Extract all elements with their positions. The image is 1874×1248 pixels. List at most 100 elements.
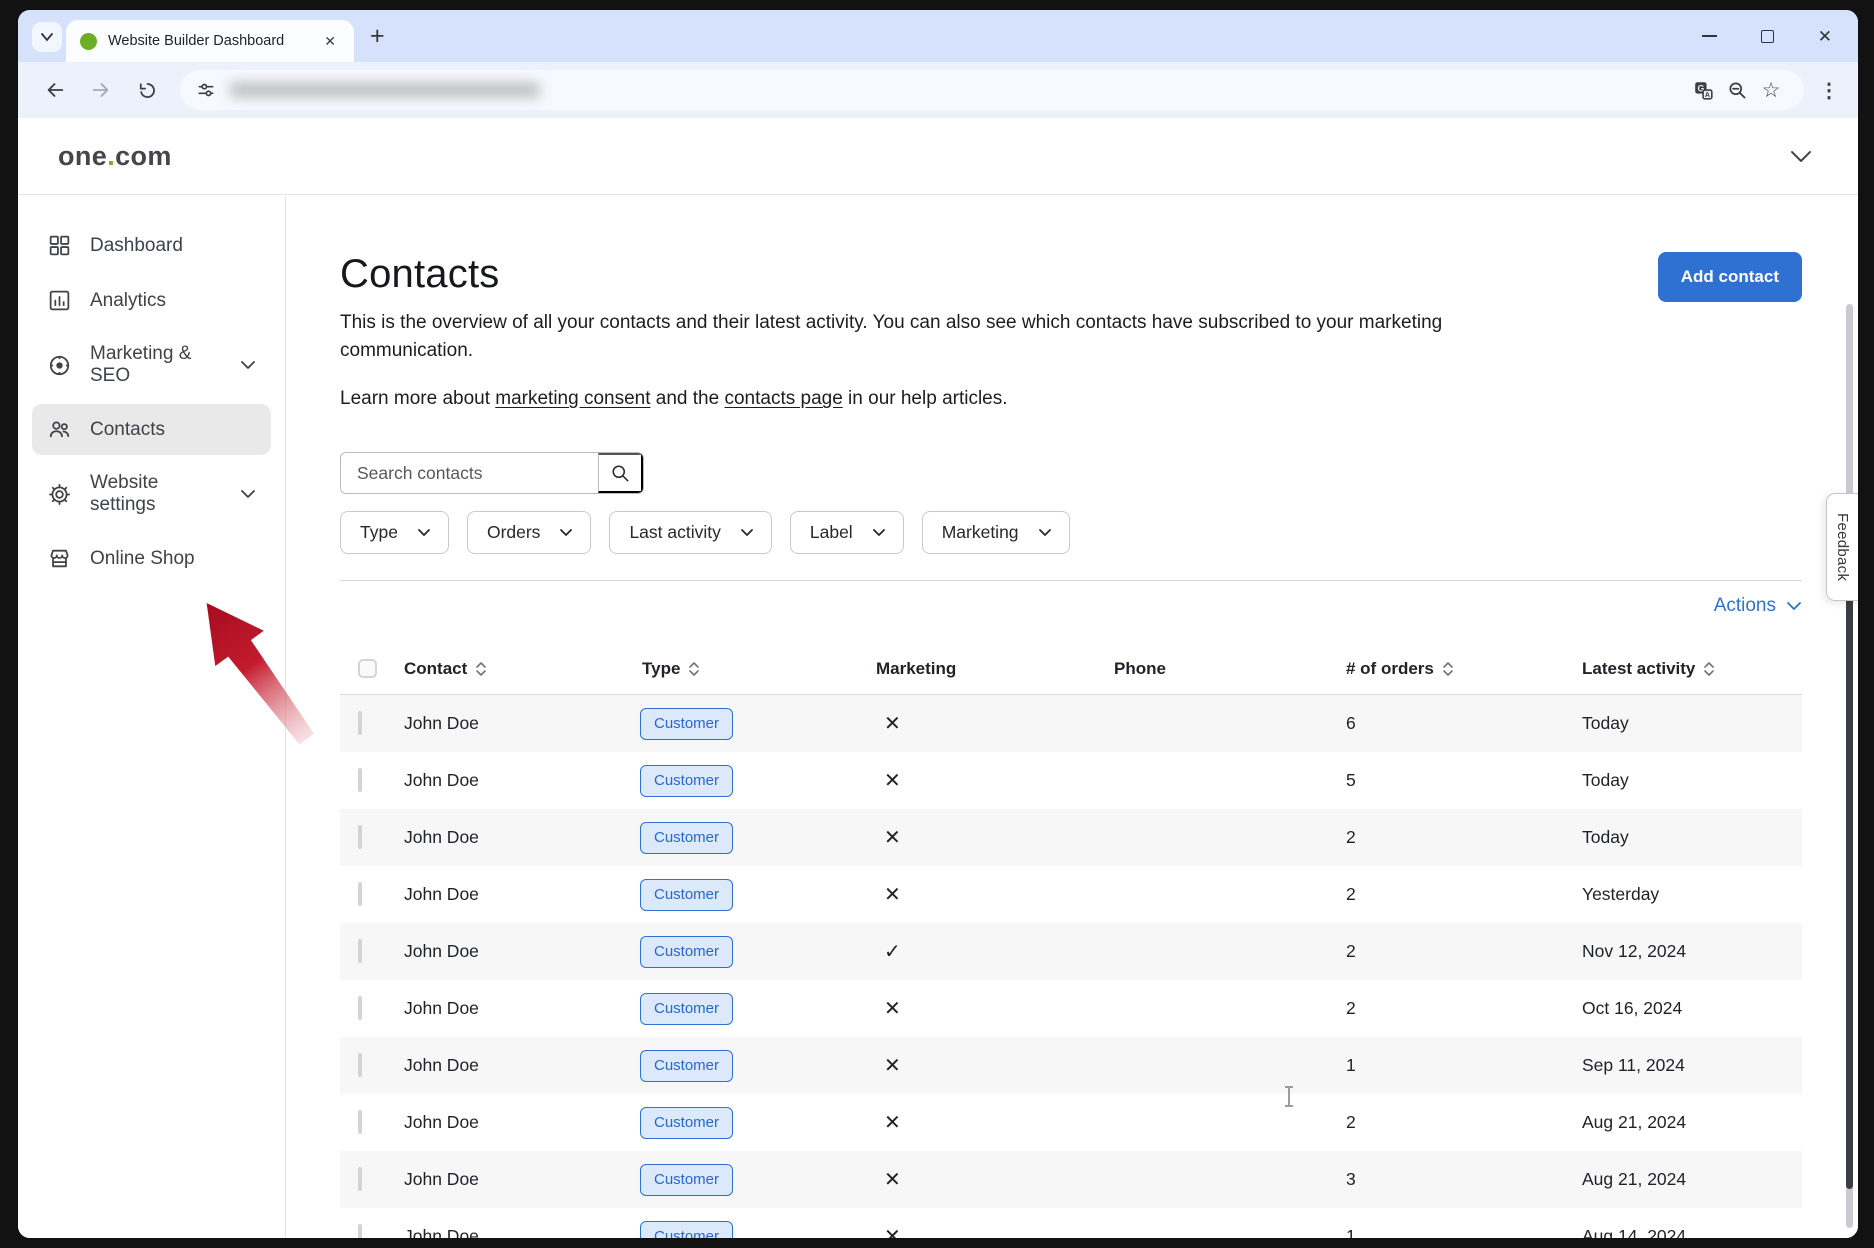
row-select-cell xyxy=(340,1055,398,1076)
row-checkbox[interactable] xyxy=(358,825,362,849)
table-row[interactable]: John Doe Customer ✓ ✕ 3 Aug 21, 2024 xyxy=(340,1151,1802,1208)
cell-latest-activity: Aug 21, 2024 xyxy=(1576,1112,1802,1133)
row-checkbox[interactable] xyxy=(358,1110,362,1134)
search-icon xyxy=(610,463,631,484)
sidebar-item-contacts[interactable]: Contacts xyxy=(32,404,271,455)
row-checkbox[interactable] xyxy=(358,768,362,792)
search-button[interactable] xyxy=(598,453,643,493)
cell-latest-activity: Oct 16, 2024 xyxy=(1576,998,1802,1019)
translate-button[interactable]: GA xyxy=(1686,75,1720,105)
customer-type-badge: Customer xyxy=(640,708,733,740)
table-row[interactable]: John Doe Customer ✓ ✕ 1 Aug 14, 2024 xyxy=(340,1208,1802,1238)
chevron-down-icon xyxy=(1786,601,1802,611)
column-header[interactable]: Contact xyxy=(398,659,636,679)
row-select-cell xyxy=(340,770,398,791)
marketing-not-subscribed-cross-icon: ✕ xyxy=(884,1112,901,1134)
row-checkbox[interactable] xyxy=(358,882,362,906)
sort-icon[interactable] xyxy=(688,660,700,678)
window-close-button[interactable]: ✕ xyxy=(1818,28,1832,45)
row-checkbox[interactable] xyxy=(358,1167,362,1191)
cell-orders: 1 xyxy=(1340,1226,1576,1238)
cell-orders: 3 xyxy=(1340,1169,1576,1190)
cell-latest-activity: Yesterday xyxy=(1576,884,1802,905)
table-row[interactable]: John Doe Customer ✓ ✕ 2 Yesterday xyxy=(340,866,1802,923)
row-checkbox[interactable] xyxy=(358,996,362,1020)
add-contact-button[interactable]: Add contact xyxy=(1658,252,1802,302)
sidebar-item-analytics[interactable]: Analytics xyxy=(32,275,271,326)
marketing-consent-link[interactable]: marketing consent xyxy=(495,388,650,409)
scrollbar-thumb[interactable] xyxy=(1846,569,1853,1189)
sort-icon[interactable] xyxy=(475,660,487,678)
page-description: This is the overview of all your contact… xyxy=(340,309,1525,364)
cell-marketing: ✓ ✕ xyxy=(870,825,1108,850)
chevron-down-icon xyxy=(559,528,573,537)
select-all-checkbox[interactable] xyxy=(358,659,377,678)
account-chevron-down-icon[interactable] xyxy=(1790,150,1812,163)
gear-icon xyxy=(47,482,72,507)
filter-button[interactable]: Marketing xyxy=(922,511,1070,554)
filter-button[interactable]: Orders xyxy=(467,511,591,554)
marketing-not-subscribed-cross-icon: ✕ xyxy=(884,1055,901,1077)
table-row[interactable]: John Doe Customer ✓ ✕ 5 Today xyxy=(340,752,1802,809)
sidebar-item-marketing-seo[interactable]: Marketing & SEO xyxy=(32,330,271,400)
cell-contact-name: John Doe xyxy=(398,884,636,905)
feedback-tab[interactable]: Feedback xyxy=(1826,493,1858,601)
maximize-button[interactable] xyxy=(1761,30,1774,43)
tab-search-button[interactable] xyxy=(32,22,62,52)
table-row[interactable]: John Doe Customer ✓ ✕ 2 Oct 16, 2024 xyxy=(340,980,1802,1037)
row-select-cell xyxy=(340,884,398,905)
forward-button[interactable] xyxy=(84,73,118,107)
cell-type: Customer xyxy=(636,1107,870,1139)
actions-dropdown[interactable]: Actions xyxy=(1714,595,1802,617)
scrollbar-track[interactable] xyxy=(1846,304,1853,1228)
row-checkbox[interactable] xyxy=(358,711,362,735)
table-row[interactable]: John Doe Customer ✓ ✕ 1 Sep 11, 2024 xyxy=(340,1037,1802,1094)
sidebar: Dashboard Analytics Marketing & SEO Cont… xyxy=(18,196,286,1238)
row-select-cell xyxy=(340,1226,398,1238)
sidebar-item-website-settings[interactable]: Website settings xyxy=(32,459,271,529)
column-header[interactable]: Latest activity xyxy=(1576,659,1802,679)
table-row[interactable]: John Doe Customer ✓ ✕ 2 Nov 12, 2024 xyxy=(340,923,1802,980)
sidebar-item-dashboard[interactable]: Dashboard xyxy=(32,220,271,271)
search-box xyxy=(340,452,644,494)
browser-tab[interactable]: Website Builder Dashboard ✕ xyxy=(66,20,354,62)
cell-orders: 2 xyxy=(1340,1112,1576,1133)
back-button[interactable] xyxy=(38,73,72,107)
cell-contact-name: John Doe xyxy=(398,1055,636,1076)
site-settings-icon[interactable] xyxy=(196,80,216,100)
table-row[interactable]: John Doe Customer ✓ ✕ 6 Today xyxy=(340,695,1802,752)
table-row[interactable]: John Doe Customer ✓ ✕ 2 Today xyxy=(340,809,1802,866)
filter-button[interactable]: Type xyxy=(340,511,449,554)
table-header: Contact Type Marketing xyxy=(340,643,1802,695)
zoom-out-icon xyxy=(1727,80,1748,101)
filter-button[interactable]: Label xyxy=(790,511,904,554)
customer-type-badge: Customer xyxy=(640,1107,733,1139)
table-row[interactable]: John Doe Customer ✓ ✕ 2 Aug 21, 2024 xyxy=(340,1094,1802,1151)
sidebar-item-online-shop[interactable]: Online Shop xyxy=(32,533,271,584)
filter-button[interactable]: Last activity xyxy=(609,511,771,554)
zoom-out-button[interactable] xyxy=(1720,75,1754,105)
contacts-page-link[interactable]: contacts page xyxy=(724,388,842,409)
column-header[interactable]: Type xyxy=(636,659,870,679)
minimize-button[interactable] xyxy=(1702,35,1717,37)
cell-orders: 2 xyxy=(1340,884,1576,905)
close-tab-icon[interactable]: ✕ xyxy=(320,31,340,52)
chevron-down-icon xyxy=(872,528,886,537)
cell-marketing: ✓ ✕ xyxy=(870,996,1108,1021)
bookmark-button[interactable]: ☆ xyxy=(1754,75,1788,105)
marketing-not-subscribed-cross-icon: ✕ xyxy=(884,1169,901,1191)
cell-type: Customer xyxy=(636,1050,870,1082)
url-bar[interactable]: GA ☆ xyxy=(180,70,1804,110)
row-checkbox[interactable] xyxy=(358,939,362,963)
row-checkbox[interactable] xyxy=(358,1224,362,1238)
search-input[interactable] xyxy=(341,453,598,493)
cell-orders: 2 xyxy=(1340,827,1576,848)
browser-menu-button[interactable]: ⋮ xyxy=(1814,73,1844,107)
sort-icon[interactable] xyxy=(1703,660,1715,678)
reload-button[interactable] xyxy=(130,73,164,107)
sort-icon[interactable] xyxy=(1442,660,1454,678)
column-header[interactable]: # of orders xyxy=(1340,659,1576,679)
row-checkbox[interactable] xyxy=(358,1053,362,1077)
cell-contact-name: John Doe xyxy=(398,713,636,734)
new-tab-button[interactable]: + xyxy=(370,21,385,51)
